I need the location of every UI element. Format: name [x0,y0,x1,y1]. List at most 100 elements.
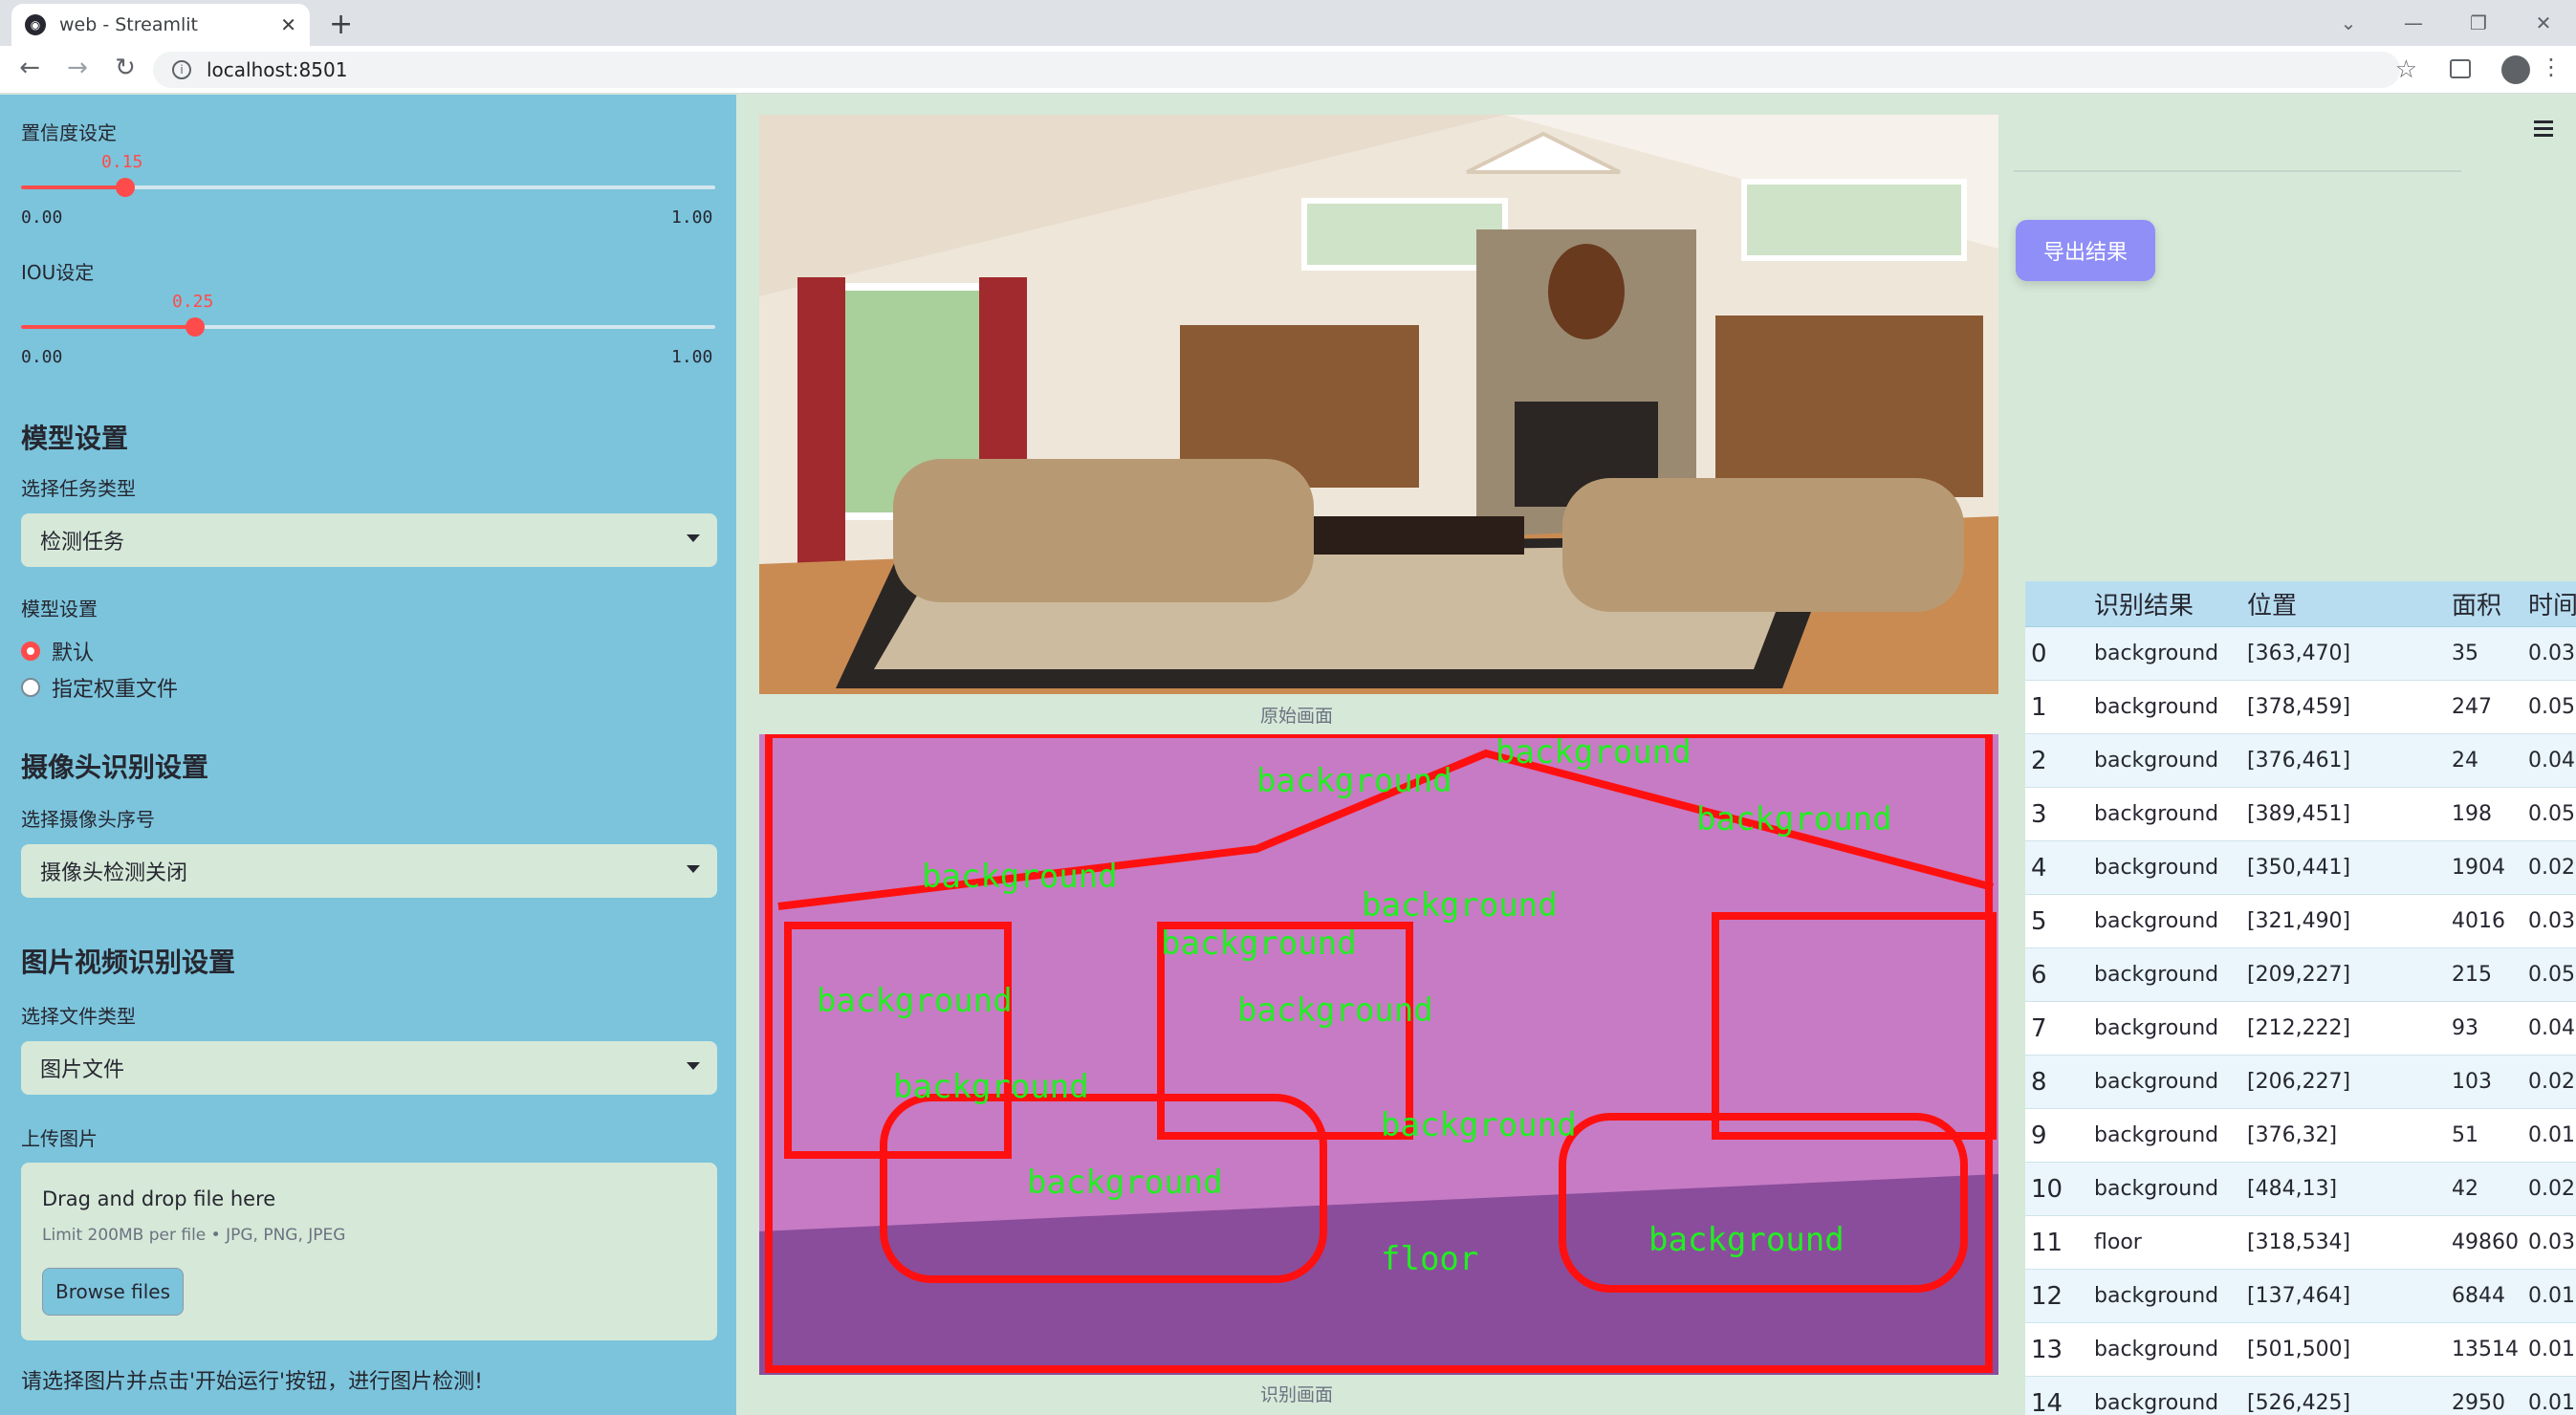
row-area: 51 [2452,1123,2478,1147]
upload-limit-text: Limit 200MB per file • JPG, PNG, JPEG [42,1226,346,1245]
restore-icon[interactable]: ❐ [2446,0,2511,46]
row-index: 4 [2031,853,2047,882]
radio-default[interactable]: 默认 [21,636,94,666]
row-area: 4016 [2452,909,2505,933]
overlay-label: background [1696,800,1892,838]
table-row[interactable]: 3 background [389,451] 198 0.05 [2025,788,2576,841]
row-position: [137,464] [2247,1284,2351,1308]
overlay-label: background [1362,886,1558,925]
row-index: 11 [2031,1228,2063,1257]
table-row[interactable]: 0 background [363,470] 35 0.03 [2025,627,2576,681]
side-panel-icon[interactable] [2450,59,2471,78]
row-class: background [2094,963,2219,987]
row-class: background [2094,1338,2219,1361]
row-index: 14 [2031,1388,2063,1415]
header-class: 识别结果 [2094,592,2194,620]
table-row[interactable]: 9 background [376,32] 51 0.01 [2025,1109,2576,1163]
row-time: 0.02 [2528,1070,2575,1094]
row-position: [212,222] [2247,1016,2351,1040]
minimize-icon[interactable]: — [2381,0,2446,46]
row-position: [321,490] [2247,909,2351,933]
row-class: floor [2094,1230,2142,1254]
table-row[interactable]: 7 background [212,222] 93 0.04 [2025,1002,2576,1056]
window-close-icon[interactable]: ✕ [2511,0,2576,46]
overlay-label: background [1381,1106,1577,1144]
table-row[interactable]: 12 background [137,464] 6844 0.01 [2025,1270,2576,1323]
row-index: 0 [2031,639,2047,668]
row-time: 0.03 [2528,909,2575,933]
chevron-down-icon [687,534,700,542]
kebab-menu-icon[interactable]: ⋮ [2540,54,2563,80]
iou-slider-thumb[interactable] [185,317,205,337]
forward-icon[interactable]: → [61,54,94,82]
iou-min: 0.00 [21,347,63,367]
task-type-select[interactable]: 检测任务 [21,513,717,567]
table-row[interactable]: 6 background [209,227] 215 0.05 [2025,948,2576,1002]
overlay-label: background [1495,734,1692,772]
file-uploader-dropzone[interactable]: Drag and drop file here Limit 200MB per … [21,1163,717,1340]
row-time: 0.05 [2528,695,2575,719]
row-area: 1904 [2452,856,2505,880]
upload-label: 上传图片 [21,1127,98,1150]
row-time: 0.05 [2528,802,2575,826]
browser-toolbar: ← → ↻ i localhost:8501 ☆ ⋮ [0,46,2576,94]
overlay-label: background [817,982,1013,1020]
table-row[interactable]: 2 background [376,461] 24 0.04 [2025,734,2576,788]
row-area: 93 [2452,1016,2478,1040]
row-area: 215 [2452,963,2492,987]
confidence-slider-thumb[interactable] [115,178,135,197]
new-tab-button[interactable]: + [329,8,353,41]
browser-tab[interactable]: ◉ web - Streamlit ✕ [11,4,310,46]
export-results-button[interactable]: 导出结果 [2016,220,2155,281]
row-area: 198 [2452,802,2492,826]
reload-icon[interactable]: ↻ [109,54,142,82]
confidence-min: 0.00 [21,207,63,228]
row-position: [318,534] [2247,1230,2351,1254]
table-row[interactable]: 1 background [378,459] 247 0.05 [2025,681,2576,734]
row-time: 0.05 [2528,963,2575,987]
confidence-label: 置信度设定 [21,121,117,144]
table-row[interactable]: 10 background [484,13] 42 0.02 [2025,1163,2576,1216]
file-type-label: 选择文件类型 [21,1005,136,1028]
camera-select[interactable]: 摄像头检测关闭 [21,844,717,898]
row-time: 0.01 [2528,1123,2575,1147]
row-position: [526,425] [2247,1391,2351,1415]
header-area: 面积 [2452,592,2502,620]
table-row[interactable]: 13 background [501,500] 13514 0.01 [2025,1323,2576,1377]
row-area: 35 [2452,642,2478,665]
radio-selected-icon [21,642,40,661]
row-class: background [2094,1016,2219,1040]
row-position: [378,459] [2247,695,2351,719]
overlay-label: background [922,858,1118,896]
row-area: 13514 [2452,1338,2519,1361]
browse-files-button[interactable]: Browse files [42,1268,184,1316]
file-type-select[interactable]: 图片文件 [21,1041,717,1095]
row-position: [363,470] [2247,642,2351,665]
row-position: [350,441] [2247,856,2351,880]
profile-icon[interactable] [2501,55,2530,84]
table-row[interactable]: 8 background [206,227] 103 0.02 [2025,1056,2576,1109]
chevron-down-icon[interactable]: ⌄ [2316,0,2381,46]
address-bar[interactable]: i localhost:8501 [153,52,2400,88]
confidence-value: 0.15 [101,152,143,172]
iou-slider-fill [21,325,195,329]
confidence-slider[interactable] [21,178,715,197]
table-row[interactable]: 5 background [321,490] 4016 0.03 [2025,895,2576,948]
row-index: 8 [2031,1067,2047,1097]
row-index: 2 [2031,746,2047,775]
overlay-label: background [1256,762,1452,800]
divider [2014,170,2461,172]
radio-custom-weights[interactable]: 指定权重文件 [21,672,178,703]
table-row[interactable]: 14 background [526,425] 2950 0.01 [2025,1377,2576,1415]
iou-slider[interactable] [21,317,715,337]
info-icon[interactable]: i [172,60,191,79]
close-icon[interactable]: ✕ [280,13,296,36]
confidence-max: 1.00 [671,207,713,228]
star-icon[interactable]: ☆ [2395,55,2417,84]
row-index: 1 [2031,692,2047,722]
table-row[interactable]: 4 background [350,441] 1904 0.02 [2025,841,2576,895]
camera-index-label: 选择摄像头序号 [21,808,155,831]
table-row[interactable]: 11 floor [318,534] 49860 0.03 [2025,1216,2576,1270]
hamburger-menu-icon[interactable] [2534,120,2553,141]
back-icon[interactable]: ← [13,54,46,82]
